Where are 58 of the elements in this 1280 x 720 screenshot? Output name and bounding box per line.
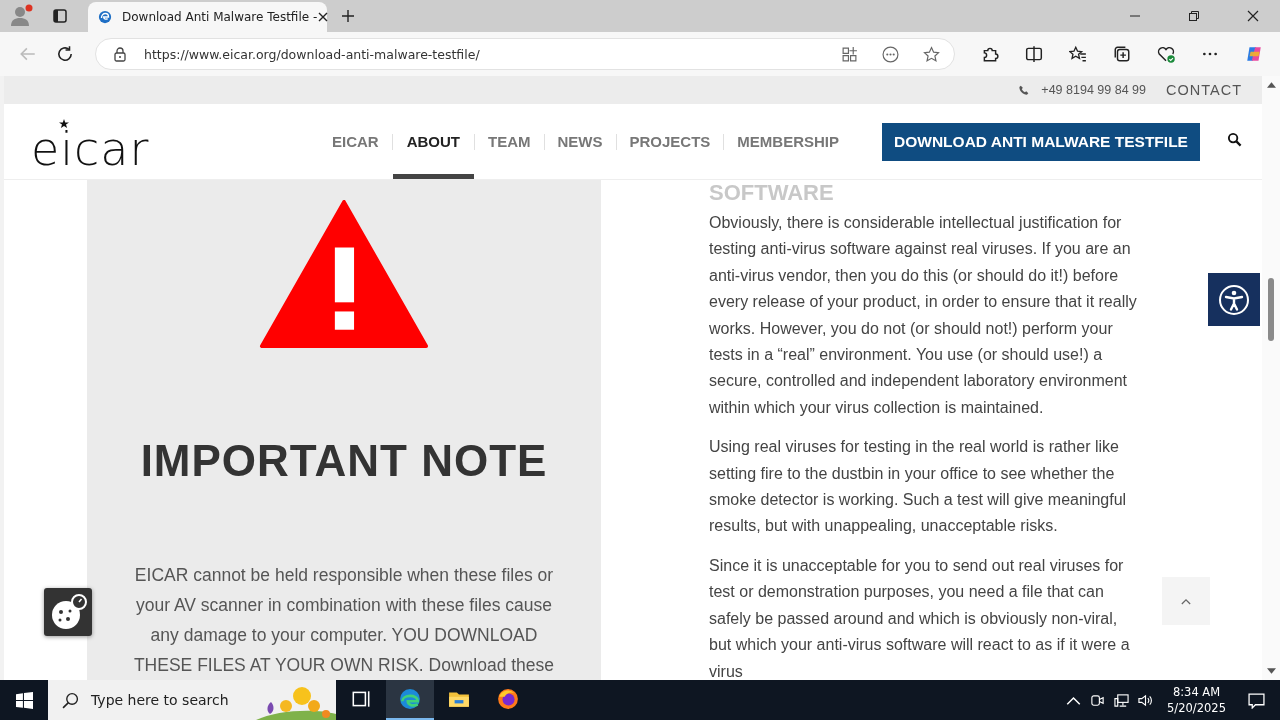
edge-icon: [98, 10, 112, 24]
copilot-icon[interactable]: [1245, 45, 1263, 63]
scroll-up-icon[interactable]: [1266, 82, 1276, 88]
search-icon: [62, 691, 79, 709]
favorites-icon[interactable]: [1069, 45, 1087, 63]
health-icon[interactable]: [1157, 45, 1175, 63]
nav-item[interactable]: TEAM: [475, 104, 544, 179]
tab-actions-icon[interactable]: [52, 8, 68, 24]
profile-icon[interactable]: [10, 4, 34, 28]
caret-up-icon: [1181, 597, 1191, 605]
volume-icon[interactable]: [1138, 692, 1154, 708]
search-icon[interactable]: [1226, 132, 1242, 147]
more-icon[interactable]: [882, 45, 899, 63]
contact-link[interactable]: CONTACT: [1166, 82, 1242, 98]
collections-icon[interactable]: [1113, 45, 1131, 63]
download-button[interactable]: DOWNLOAD ANTI MALWARE TESTFILE: [882, 122, 1200, 161]
clock-time[interactable]: 8:34 AM: [1172, 684, 1221, 700]
restore-icon[interactable]: [1188, 10, 1200, 22]
extensions-icon[interactable]: [981, 45, 999, 63]
task-view-icon: [350, 688, 372, 710]
cookie-settings-button[interactable]: [44, 588, 92, 636]
scroll-down-icon[interactable]: [1266, 668, 1276, 674]
close-icon[interactable]: [1247, 10, 1259, 22]
note-text: EICAR cannot be held responsible when these files or your AV scanner in combination with these files cause any damage to your computer. YOU DOWNLOAD THESE FILES AT YOUR OWN RISK. Download these: [132, 564, 556, 677]
flowers-icon: [256, 684, 336, 720]
refresh-icon[interactable]: [56, 45, 74, 63]
browser-tab[interactable]: Download Anti Malware Testfile -: [88, 2, 327, 32]
article-paragraph: Since it is unacceptable for you to send out real viruses for test or demonstration purposes, you need a file that can safely be passed around and which is obviously non-viral, but which your anti-virus software will react to as if it were a virus: [709, 555, 1131, 680]
scrollbar[interactable]: [1262, 76, 1280, 680]
network-icon[interactable]: [1114, 692, 1130, 708]
camera-icon[interactable]: [1090, 692, 1106, 708]
article-paragraph: Obviously, there is considerable intellectual justification for testing anti-virus software against real viruses. If you are an anti-virus vendor, then you do this (or should do it!) before every release of your product, in order to ensure that it really works. However, you do not (or should not!) perform your tests in a “real” environment. You use (or should use!) a secure, controlled and independent laboratory environment within which your virus collection is maintained.: [709, 213, 1138, 418]
edge-app-button[interactable]: [386, 680, 434, 720]
article-paragraph: Using real viruses for testing in the real world is rather like setting fire to the dustbin in your office to see whether the smoke detector is working. Such a test will give meaningful results, but with unappealing, unacceptable risks.: [709, 437, 1128, 537]
start-icon[interactable]: [16, 691, 33, 709]
accessibility-icon: [1218, 283, 1250, 316]
edge-icon: [399, 688, 421, 710]
taskbar-search-field[interactable]: Type here to search: [48, 680, 336, 720]
new-tab-icon[interactable]: [341, 9, 355, 23]
nav-item[interactable]: PROJECTS: [616, 104, 724, 179]
star-icon: [59, 118, 69, 129]
favorite-star-icon[interactable]: [923, 45, 940, 63]
firefox-icon: [497, 688, 519, 710]
logo-text[interactable]: eicar: [31, 128, 150, 169]
close-icon[interactable]: [317, 11, 330, 23]
lock-icon[interactable]: [112, 46, 128, 62]
notifications-icon[interactable]: [1248, 691, 1265, 709]
nav-item[interactable]: MEMBERSHIP: [724, 104, 853, 179]
address-bar[interactable]: https://www.eicar.org/download-anti-malware-testfile/: [95, 38, 955, 70]
apps-icon[interactable]: [841, 45, 858, 63]
nav-item[interactable]: EICAR: [319, 104, 392, 179]
phone-icon: [1018, 84, 1030, 96]
split-screen-icon[interactable]: [1025, 45, 1043, 63]
nav-item[interactable]: NEWS: [544, 104, 616, 179]
phone-number: +49 8194 99 84 99: [1041, 83, 1146, 97]
accessibility-button[interactable]: [1208, 273, 1260, 326]
clock-date[interactable]: 5/20/2025: [1167, 700, 1226, 716]
note-title: IMPORTANT NOTE: [140, 436, 548, 486]
